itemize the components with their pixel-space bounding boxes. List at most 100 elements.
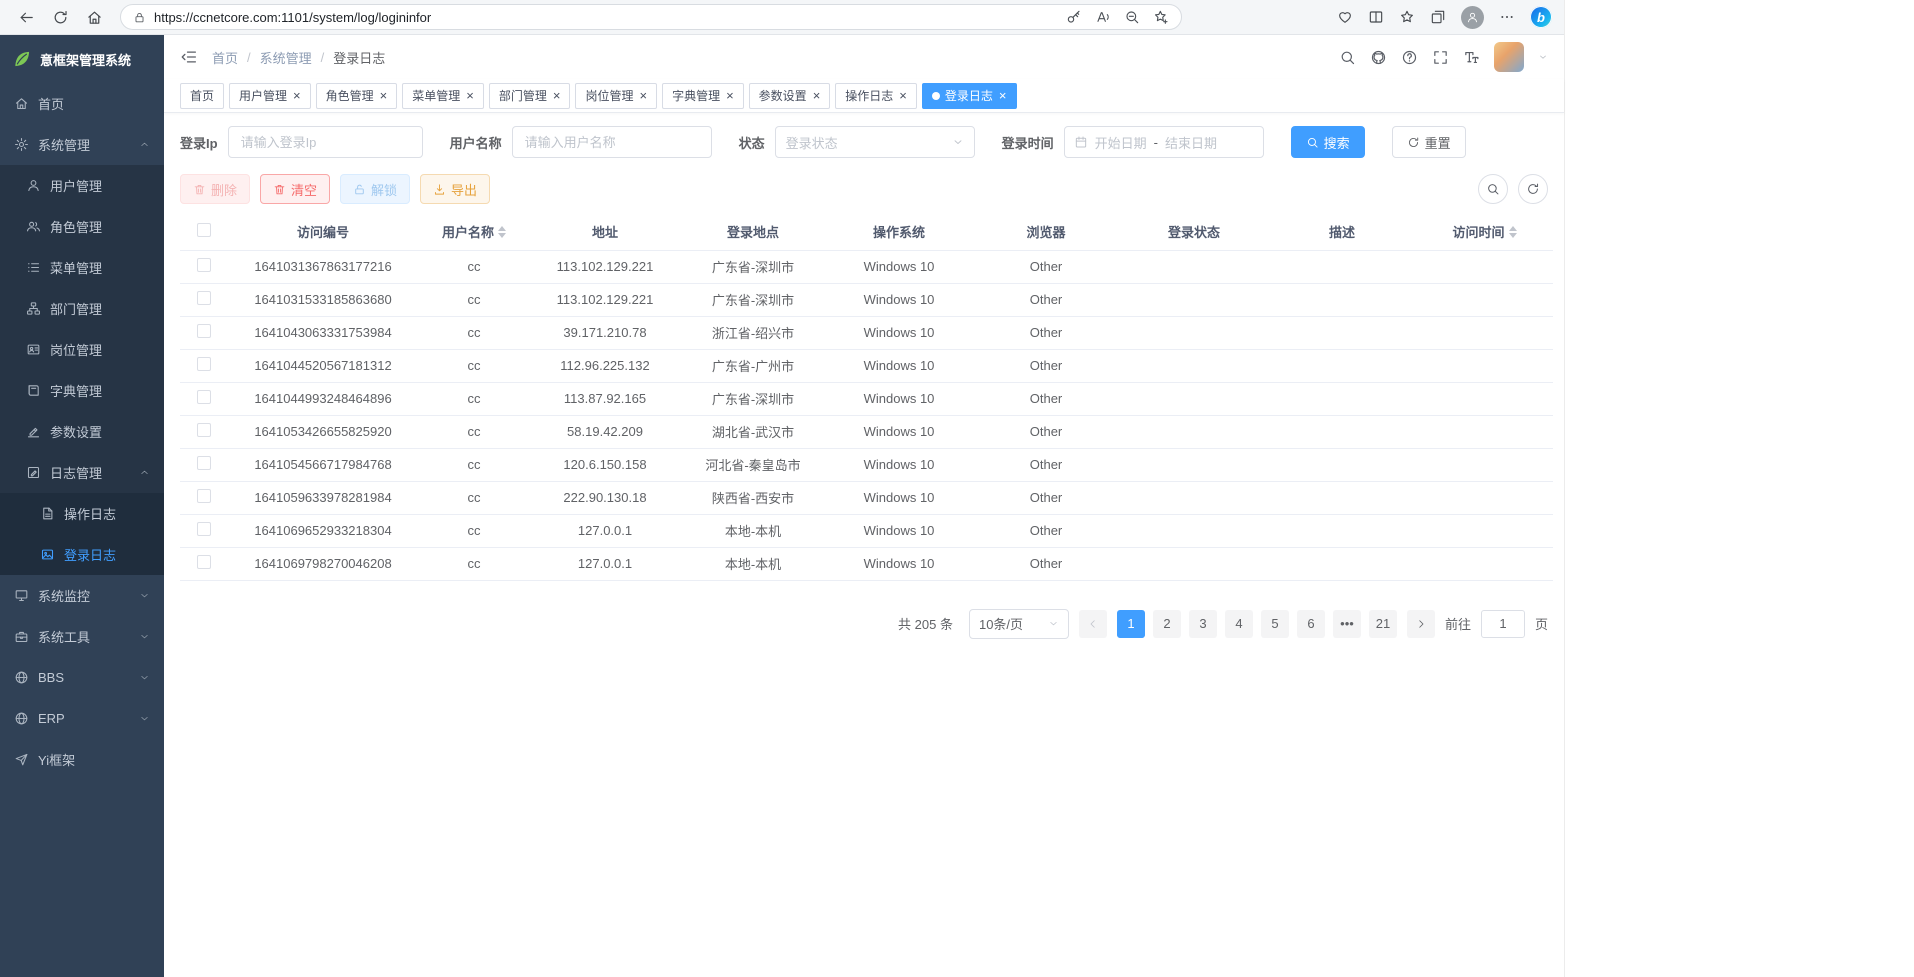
tab-close-icon[interactable]: × — [292, 89, 301, 102]
login-time-range[interactable]: 开始日期 - 结束日期 — [1064, 126, 1264, 158]
breadcrumb-item[interactable]: 首页 — [212, 48, 238, 67]
sidebar-item-6[interactable]: 岗位管理 — [0, 329, 164, 370]
sidebar-item-1[interactable]: 系统管理 — [0, 124, 164, 165]
zoom-out-button[interactable] — [1124, 9, 1140, 25]
page-button-3[interactable]: 3 — [1189, 610, 1217, 638]
sidebar-item-9[interactable]: 日志管理 — [0, 452, 164, 493]
sidebar-item-0[interactable]: 首页 — [0, 83, 164, 124]
row-checkbox[interactable] — [197, 423, 211, 437]
row-checkbox[interactable] — [197, 324, 211, 338]
row-checkbox[interactable] — [197, 357, 211, 371]
user-avatar[interactable] — [1494, 42, 1524, 72]
back-button[interactable] — [12, 4, 40, 30]
tab-close-icon[interactable]: × — [638, 89, 647, 102]
column-header[interactable]: 用户名称 — [418, 214, 530, 250]
sidebar-item-2[interactable]: 用户管理 — [0, 165, 164, 206]
sidebar-item-13[interactable]: 系统工具 — [0, 616, 164, 657]
copilot-icon[interactable]: b — [1530, 6, 1552, 28]
tab-2[interactable]: 角色管理× — [316, 83, 398, 109]
page-button-2[interactable]: 2 — [1153, 610, 1181, 638]
status-select[interactable]: 登录状态 — [775, 126, 975, 158]
prev-page-button[interactable] — [1079, 610, 1107, 638]
search-button[interactable]: 搜索 — [1291, 126, 1365, 158]
github-button[interactable] — [1370, 49, 1387, 66]
sidebar-item-11[interactable]: 登录日志 — [0, 534, 164, 575]
favorites-button[interactable] — [1399, 4, 1415, 30]
tab-7[interactable]: 参数设置× — [749, 83, 831, 109]
address-bar[interactable]: https://ccnetcore.com:1101/system/log/lo… — [120, 4, 1182, 30]
tab-close-icon[interactable]: × — [379, 89, 388, 102]
tab-0[interactable]: 首页 — [180, 83, 224, 109]
row-checkbox[interactable] — [197, 555, 211, 569]
row-checkbox[interactable] — [197, 258, 211, 272]
page-size-select[interactable]: 10条/页 — [969, 609, 1069, 639]
page-button-21[interactable]: 21 — [1369, 610, 1397, 638]
table-refresh-button[interactable] — [1518, 174, 1548, 204]
export-button[interactable]: 导出 — [420, 174, 490, 204]
key-button[interactable] — [1066, 9, 1082, 25]
tab-close-icon[interactable]: × — [465, 89, 474, 102]
table-search-button[interactable] — [1478, 174, 1508, 204]
tab-5[interactable]: 岗位管理× — [575, 83, 657, 109]
avatar-menu-button[interactable] — [1538, 52, 1548, 62]
sidebar-item-16[interactable]: Yi框架 — [0, 739, 164, 780]
page-button-4[interactable]: 4 — [1225, 610, 1253, 638]
sidebar-item-4[interactable]: 菜单管理 — [0, 247, 164, 288]
column-header[interactable]: 访问时间 — [1416, 214, 1553, 250]
fullscreen-button[interactable] — [1432, 49, 1449, 66]
clear-button[interactable]: 清空 — [260, 174, 330, 204]
sidebar-toggle-button[interactable] — [180, 48, 198, 66]
sidebar-item-3[interactable]: 角色管理 — [0, 206, 164, 247]
sidebar-item-14[interactable]: BBS — [0, 657, 164, 698]
row-checkbox[interactable] — [197, 456, 211, 470]
essentials-button[interactable] — [1337, 4, 1353, 30]
start-date-placeholder[interactable]: 开始日期 — [1095, 133, 1147, 152]
sort-icon[interactable] — [1509, 226, 1517, 238]
more-pages-button[interactable]: ••• — [1333, 610, 1361, 638]
browser-profile-avatar[interactable] — [1461, 6, 1484, 29]
unlock-button[interactable]: 解锁 — [340, 174, 410, 204]
row-checkbox[interactable] — [197, 489, 211, 503]
row-checkbox[interactable] — [197, 522, 211, 536]
home-button[interactable] — [80, 4, 108, 30]
goto-page-input[interactable]: 1 — [1481, 610, 1525, 638]
tab-close-icon[interactable]: × — [552, 89, 561, 102]
reset-button[interactable]: 重置 — [1392, 126, 1466, 158]
tab-close-icon[interactable]: × — [725, 89, 734, 102]
question-button[interactable] — [1401, 49, 1418, 66]
sort-icon[interactable] — [498, 226, 506, 238]
row-checkbox[interactable] — [197, 291, 211, 305]
tab-4[interactable]: 部门管理× — [489, 83, 571, 109]
page-button-1[interactable]: 1 — [1117, 610, 1145, 638]
sidebar-item-7[interactable]: 字典管理 — [0, 370, 164, 411]
login-ip-input[interactable] — [228, 126, 423, 158]
tab-3[interactable]: 菜单管理× — [402, 83, 484, 109]
font-size-button[interactable] — [1463, 49, 1480, 66]
page-button-6[interactable]: 6 — [1297, 610, 1325, 638]
user-name-input[interactable] — [512, 126, 712, 158]
tab-9[interactable]: 登录日志× — [922, 83, 1017, 109]
sidebar-item-5[interactable]: 部门管理 — [0, 288, 164, 329]
tab-8[interactable]: 操作日志× — [835, 83, 917, 109]
split-screen-button[interactable] — [1368, 4, 1384, 30]
select-all-checkbox[interactable] — [197, 223, 211, 237]
search-button[interactable] — [1339, 49, 1356, 66]
tab-1[interactable]: 用户管理× — [229, 83, 311, 109]
refresh-button[interactable] — [46, 4, 74, 30]
sidebar-item-12[interactable]: 系统监控 — [0, 575, 164, 616]
page-button-5[interactable]: 5 — [1261, 610, 1289, 638]
more-button[interactable] — [1499, 4, 1515, 30]
tab-close-icon[interactable]: × — [998, 89, 1007, 102]
sidebar-item-15[interactable]: ERP — [0, 698, 164, 739]
url-text[interactable]: https://ccnetcore.com:1101/system/log/lo… — [154, 10, 1058, 25]
sidebar-item-10[interactable]: 操作日志 — [0, 493, 164, 534]
next-page-button[interactable] — [1407, 610, 1435, 638]
sidebar-item-8[interactable]: 参数设置 — [0, 411, 164, 452]
end-date-placeholder[interactable]: 结束日期 — [1165, 133, 1217, 152]
tab-close-icon[interactable]: × — [812, 89, 821, 102]
tab-6[interactable]: 字典管理× — [662, 83, 744, 109]
delete-button[interactable]: 删除 — [180, 174, 250, 204]
breadcrumb-item[interactable]: 系统管理 — [260, 48, 312, 67]
favorites-add-button[interactable] — [1153, 9, 1169, 25]
tab-close-icon[interactable]: × — [898, 89, 907, 102]
